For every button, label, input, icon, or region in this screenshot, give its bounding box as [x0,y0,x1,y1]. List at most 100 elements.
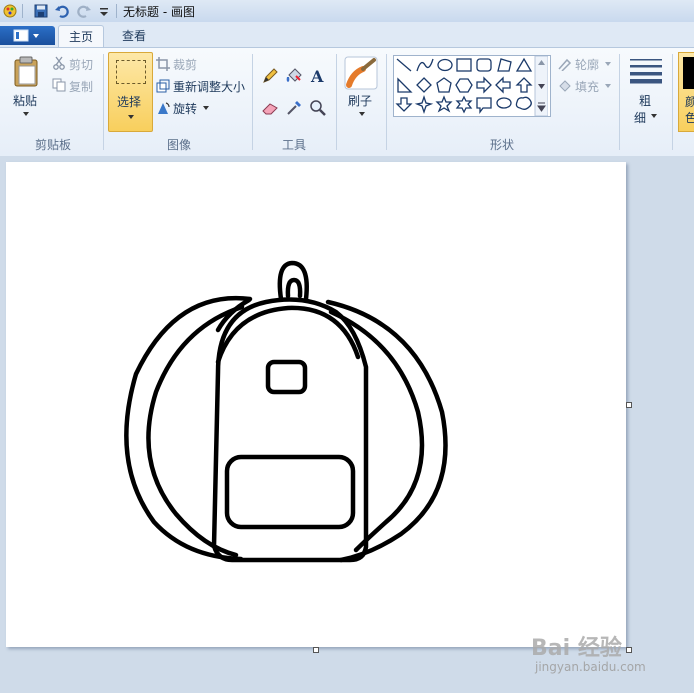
left-arrow-shape-icon [495,76,511,94]
hexagon-shape-icon [455,78,473,93]
rounded-callout-shape-icon [476,97,492,114]
save-icon[interactable] [33,3,49,19]
backpack-handle-inner [285,277,303,299]
color-1-label-2: 色 [685,111,694,125]
rotate-label[interactable]: 旋转 [173,100,197,117]
diamond-shape-icon [416,77,432,93]
chevron-down-icon[interactable] [22,111,30,117]
curve-shape-icon [416,58,434,72]
select-label: 选择 [117,95,142,109]
canvas-resize-handle-bottom[interactable] [313,647,319,653]
size-icon[interactable] [629,57,663,85]
size-label-bottom[interactable]: 细 [634,109,646,126]
group-divider [619,54,620,150]
backpack-drawing [124,260,448,563]
select-rectangle-icon [116,60,146,84]
polygon-shape-icon [497,58,512,72]
group-divider [336,54,337,150]
undo-icon[interactable] [54,3,70,19]
pencil-icon[interactable] [261,67,279,85]
brushes-label[interactable]: 刷子 [348,92,372,109]
outline-label[interactable]: 轮廓 [575,56,599,73]
watermark: Bai 经验 [531,636,622,661]
crop-label[interactable]: 裁剪 [173,56,197,73]
select-button[interactable]: 选择 [108,52,153,132]
paste-icon[interactable] [12,56,42,88]
divider [22,4,23,18]
cut-icon[interactable] [52,56,66,70]
right-triangle-shape-icon [397,77,413,93]
rotate-icon[interactable] [156,101,170,115]
redo-icon[interactable] [76,3,92,19]
color-1-swatch [683,57,694,89]
size-label-top[interactable]: 粗 [639,92,651,109]
paint-app-icon[interactable] [2,3,18,19]
up-arrow-shape-icon [515,77,533,93]
chevron-down-icon[interactable] [604,83,612,89]
tab-home[interactable]: 主页 [58,25,105,48]
svg-text:A: A [310,67,324,85]
clipboard-group-label: 剪贴板 [34,138,71,152]
line-shape-icon [396,58,412,72]
window-title: 无标题 - 画图 [123,5,195,19]
rectangle-shape-icon [456,58,472,72]
group-divider [386,54,387,150]
shapes-icons[interactable] [394,55,549,117]
group-divider [252,54,253,150]
color-1-button[interactable]: 颜 色 [678,52,694,132]
chevron-down-icon[interactable] [202,105,210,111]
text-tool-icon[interactable]: A [309,67,327,85]
triangle-shape-icon [515,57,533,72]
rounded-rectangle-shape-icon [476,58,492,72]
image-group-label: 图像 [166,138,191,152]
canvas-resize-handle-corner[interactable] [626,647,632,653]
fill-icon[interactable] [557,79,573,93]
tools-group-label: 工具 [281,138,306,152]
watermark-url: jingyan.baidu.com [535,660,646,674]
large-pocket [224,454,356,530]
paste-label[interactable]: 粘贴 [13,92,37,109]
chevron-down-icon[interactable] [650,113,658,119]
group-divider [672,54,673,150]
oval-callout-shape-icon [496,97,512,109]
title-bar: 无标题 - 画图 [0,0,694,23]
small-pocket [265,359,308,395]
canvas-resize-handle-right[interactable] [626,402,632,408]
color-1-label: 颜 [685,95,694,109]
fill-label[interactable]: 填充 [575,78,599,95]
fill-bucket-icon[interactable] [285,67,303,85]
chevron-down-icon[interactable] [358,111,366,117]
cloud-callout-shape-icon [515,96,532,110]
divider [116,4,117,18]
four-point-star-shape-icon [414,94,434,115]
eraser-icon[interactable] [261,99,279,117]
customize-quick-access-icon[interactable] [96,3,112,19]
shapes-group-label: 形状 [489,138,514,152]
color-picker-icon[interactable] [285,99,303,117]
resize-label[interactable]: 重新调整大小 [173,78,245,95]
magnifier-icon[interactable] [309,99,327,117]
cut-label[interactable]: 剪切 [69,56,93,73]
tab-view[interactable]: 查看 [112,25,156,47]
shapes-gallery [393,55,551,117]
right-arrow-shape-icon [476,76,492,94]
ribbon-tab-bar [0,22,694,48]
chevron-down-icon [128,115,134,119]
down-arrow-shape-icon [395,97,413,112]
backpack-body [211,297,369,563]
drawing-canvas[interactable] [6,162,626,647]
five-point-star-shape-icon [435,95,453,113]
chevron-down-icon[interactable] [604,61,612,67]
brush-icon[interactable] [344,56,378,90]
file-menu-button[interactable] [0,26,55,45]
outline-icon[interactable] [557,57,573,71]
resize-icon[interactable] [156,79,170,93]
group-divider [103,54,104,150]
pentagon-shape-icon [436,77,452,93]
oval-shape-icon [437,58,453,72]
copy-icon[interactable] [52,78,66,92]
copy-label[interactable]: 复制 [69,78,93,95]
file-menu-icon [13,29,39,42]
six-point-star-shape-icon [455,95,473,114]
crop-icon[interactable] [156,57,170,71]
